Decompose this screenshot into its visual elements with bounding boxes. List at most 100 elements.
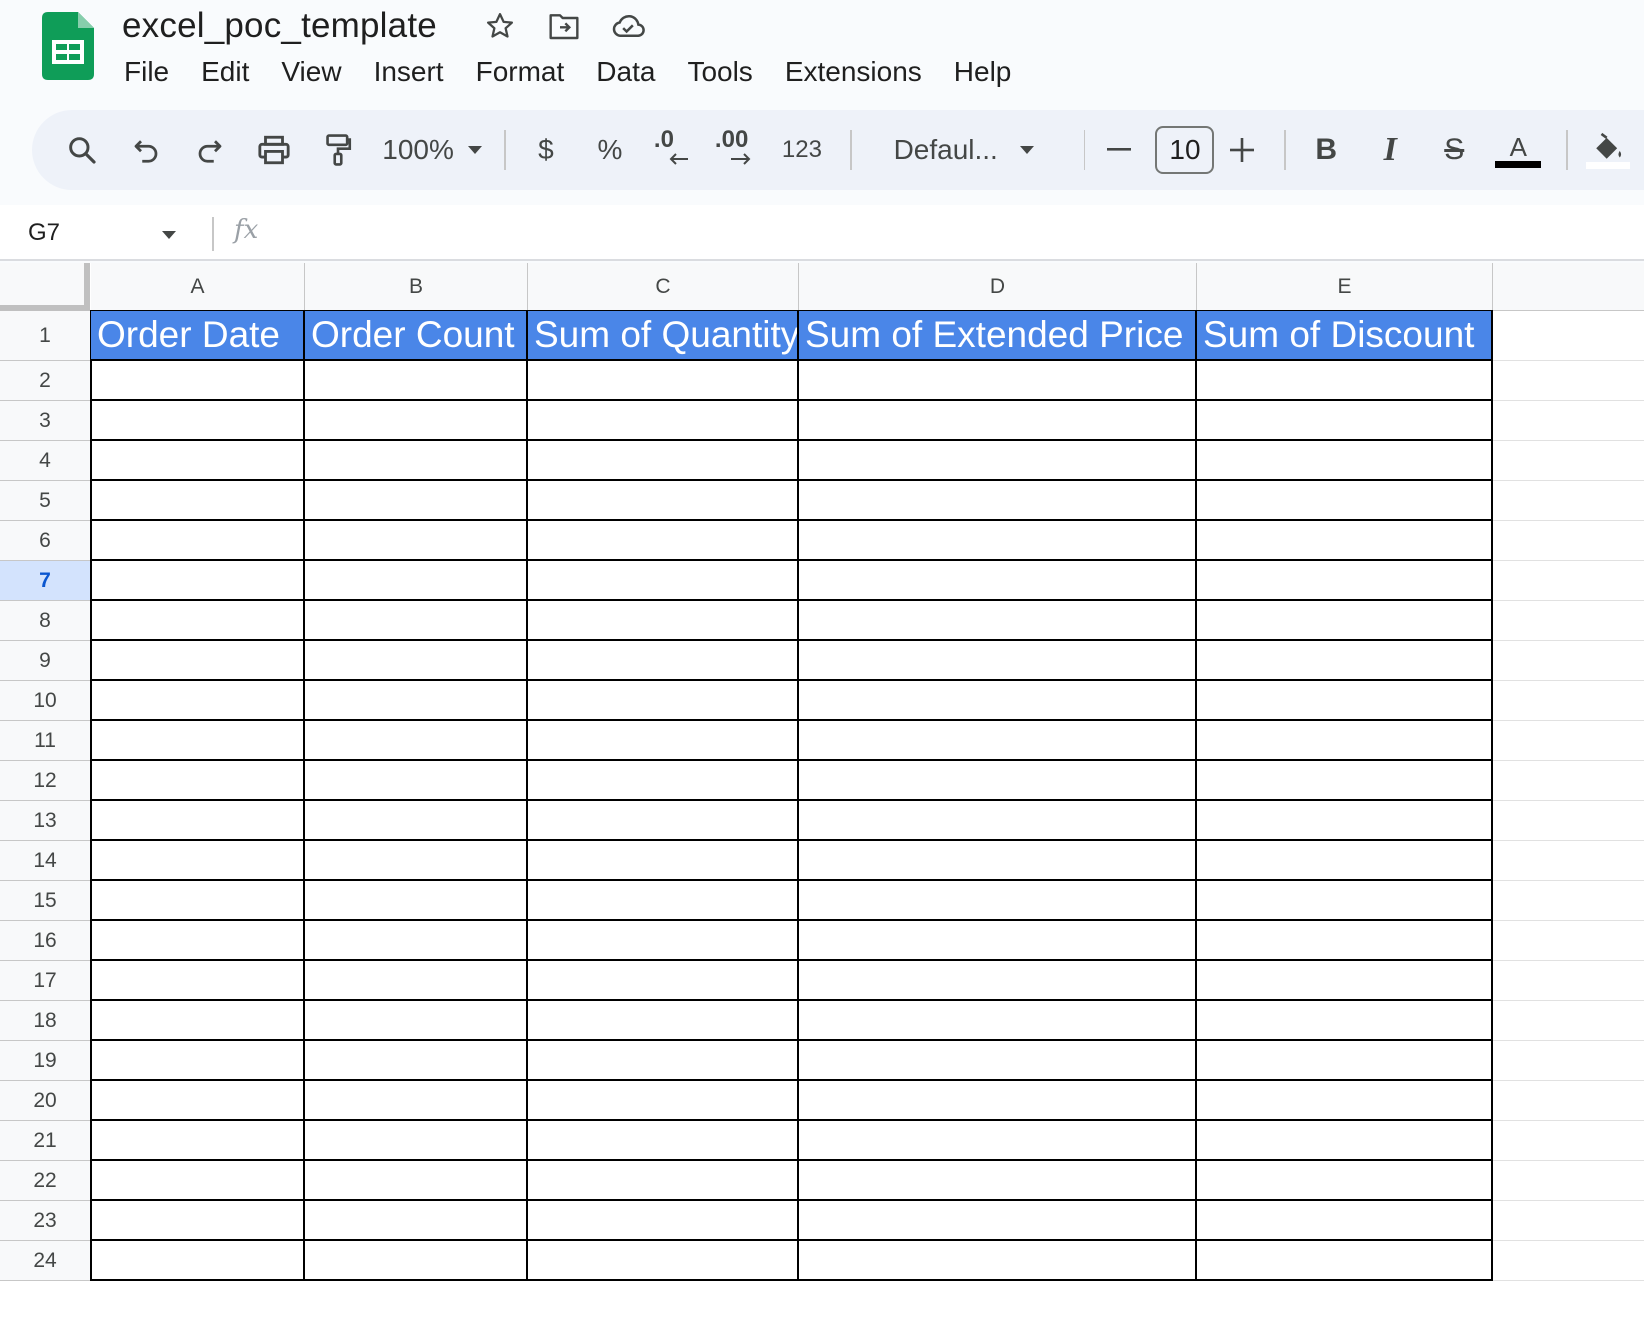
percent-format-button[interactable]: % [582, 122, 638, 178]
cell-c8[interactable] [528, 601, 799, 641]
cell-e4[interactable] [1197, 441, 1493, 481]
menu-extensions[interactable]: Extensions [769, 52, 938, 92]
paint-format-button[interactable] [310, 122, 366, 178]
cell-d21[interactable] [799, 1121, 1197, 1161]
cell-a14[interactable] [91, 841, 305, 881]
cell-c5[interactable] [528, 481, 799, 521]
cell-b21[interactable] [305, 1121, 528, 1161]
row-header-22[interactable]: 22 [0, 1161, 91, 1201]
cell-c21[interactable] [528, 1121, 799, 1161]
header-cell-b[interactable]: Order Count [305, 311, 528, 361]
cell-e6[interactable] [1197, 521, 1493, 561]
row-header-16[interactable]: 16 [0, 921, 91, 961]
cell-a15[interactable] [91, 881, 305, 921]
cell-d3[interactable] [799, 401, 1197, 441]
cell-b8[interactable] [305, 601, 528, 641]
cell-c20[interactable] [528, 1081, 799, 1121]
cell-a8[interactable] [91, 601, 305, 641]
cell-d6[interactable] [799, 521, 1197, 561]
cell-b17[interactable] [305, 961, 528, 1001]
font-family-select[interactable]: Defaul... [864, 122, 1064, 178]
cell-e11[interactable] [1197, 721, 1493, 761]
row-header-10[interactable]: 10 [0, 681, 91, 721]
cell-e18[interactable] [1197, 1001, 1493, 1041]
cell-d8[interactable] [799, 601, 1197, 641]
row-header-8[interactable]: 8 [0, 601, 91, 641]
cell-c13[interactable] [528, 801, 799, 841]
cell-b11[interactable] [305, 721, 528, 761]
cell-b22[interactable] [305, 1161, 528, 1201]
column-header-c[interactable]: C [528, 263, 799, 311]
cell-a16[interactable] [91, 921, 305, 961]
row-header-13[interactable]: 13 [0, 801, 91, 841]
increase-decimal-button[interactable]: .00 [710, 122, 766, 178]
italic-button[interactable]: I [1362, 122, 1418, 178]
cell-b23[interactable] [305, 1201, 528, 1241]
search-menus-button[interactable] [54, 122, 110, 178]
cell-a24[interactable] [91, 1241, 305, 1281]
cell-b12[interactable] [305, 761, 528, 801]
cell-d15[interactable] [799, 881, 1197, 921]
cell-a7[interactable] [91, 561, 305, 601]
row-header-21[interactable]: 21 [0, 1121, 91, 1161]
row-header-2[interactable]: 2 [0, 361, 91, 401]
cell-b19[interactable] [305, 1041, 528, 1081]
column-header-extra[interactable] [1493, 263, 1644, 311]
cell-e8[interactable] [1197, 601, 1493, 641]
cell-c23[interactable] [528, 1201, 799, 1241]
row-header-6[interactable]: 6 [0, 521, 91, 561]
cell-e21[interactable] [1197, 1121, 1493, 1161]
cell-d5[interactable] [799, 481, 1197, 521]
cell-a11[interactable] [91, 721, 305, 761]
star-icon[interactable] [482, 8, 518, 44]
row-header-9[interactable]: 9 [0, 641, 91, 681]
cell-c2[interactable] [528, 361, 799, 401]
name-box[interactable]: G7 [0, 205, 206, 261]
cell-b5[interactable] [305, 481, 528, 521]
header-cell-d[interactable]: Sum of Extended Price [799, 311, 1197, 361]
cell-a6[interactable] [91, 521, 305, 561]
row-header-11[interactable]: 11 [0, 721, 91, 761]
cell-c3[interactable] [528, 401, 799, 441]
document-title[interactable]: excel_poc_template [122, 6, 437, 46]
column-header-d[interactable]: D [799, 263, 1197, 311]
header-cell-e[interactable]: Sum of Discount [1197, 311, 1493, 361]
decrease-decimal-button[interactable]: .0 [646, 122, 702, 178]
cell-c9[interactable] [528, 641, 799, 681]
row-header-7[interactable]: 7 [0, 561, 91, 601]
cell-d24[interactable] [799, 1241, 1197, 1281]
menu-view[interactable]: View [265, 52, 357, 92]
cell-e22[interactable] [1197, 1161, 1493, 1201]
header-cell-a[interactable]: Order Date [91, 311, 305, 361]
cell-e3[interactable] [1197, 401, 1493, 441]
cell-b20[interactable] [305, 1081, 528, 1121]
cell-c24[interactable] [528, 1241, 799, 1281]
menu-help[interactable]: Help [938, 52, 1028, 92]
menu-file[interactable]: File [108, 52, 185, 92]
menu-insert[interactable]: Insert [358, 52, 460, 92]
cell-d18[interactable] [799, 1001, 1197, 1041]
cell-e23[interactable] [1197, 1201, 1493, 1241]
cell-d23[interactable] [799, 1201, 1197, 1241]
cell-a20[interactable] [91, 1081, 305, 1121]
cell-c6[interactable] [528, 521, 799, 561]
cell-e19[interactable] [1197, 1041, 1493, 1081]
row-header-5[interactable]: 5 [0, 481, 91, 521]
print-button[interactable] [246, 122, 302, 178]
cell-e2[interactable] [1197, 361, 1493, 401]
cell-c22[interactable] [528, 1161, 799, 1201]
cell-d12[interactable] [799, 761, 1197, 801]
cell-c14[interactable] [528, 841, 799, 881]
cell-d4[interactable] [799, 441, 1197, 481]
row-header-18[interactable]: 18 [0, 1001, 91, 1041]
cell-b3[interactable] [305, 401, 528, 441]
zoom-select[interactable]: 100% [374, 122, 484, 178]
cell-c17[interactable] [528, 961, 799, 1001]
cell-a5[interactable] [91, 481, 305, 521]
column-header-e[interactable]: E [1197, 263, 1493, 311]
cell-d20[interactable] [799, 1081, 1197, 1121]
cell-a19[interactable] [91, 1041, 305, 1081]
header-cell-c[interactable]: Sum of Quantity [528, 311, 799, 361]
cell-b15[interactable] [305, 881, 528, 921]
row-header-19[interactable]: 19 [0, 1041, 91, 1081]
